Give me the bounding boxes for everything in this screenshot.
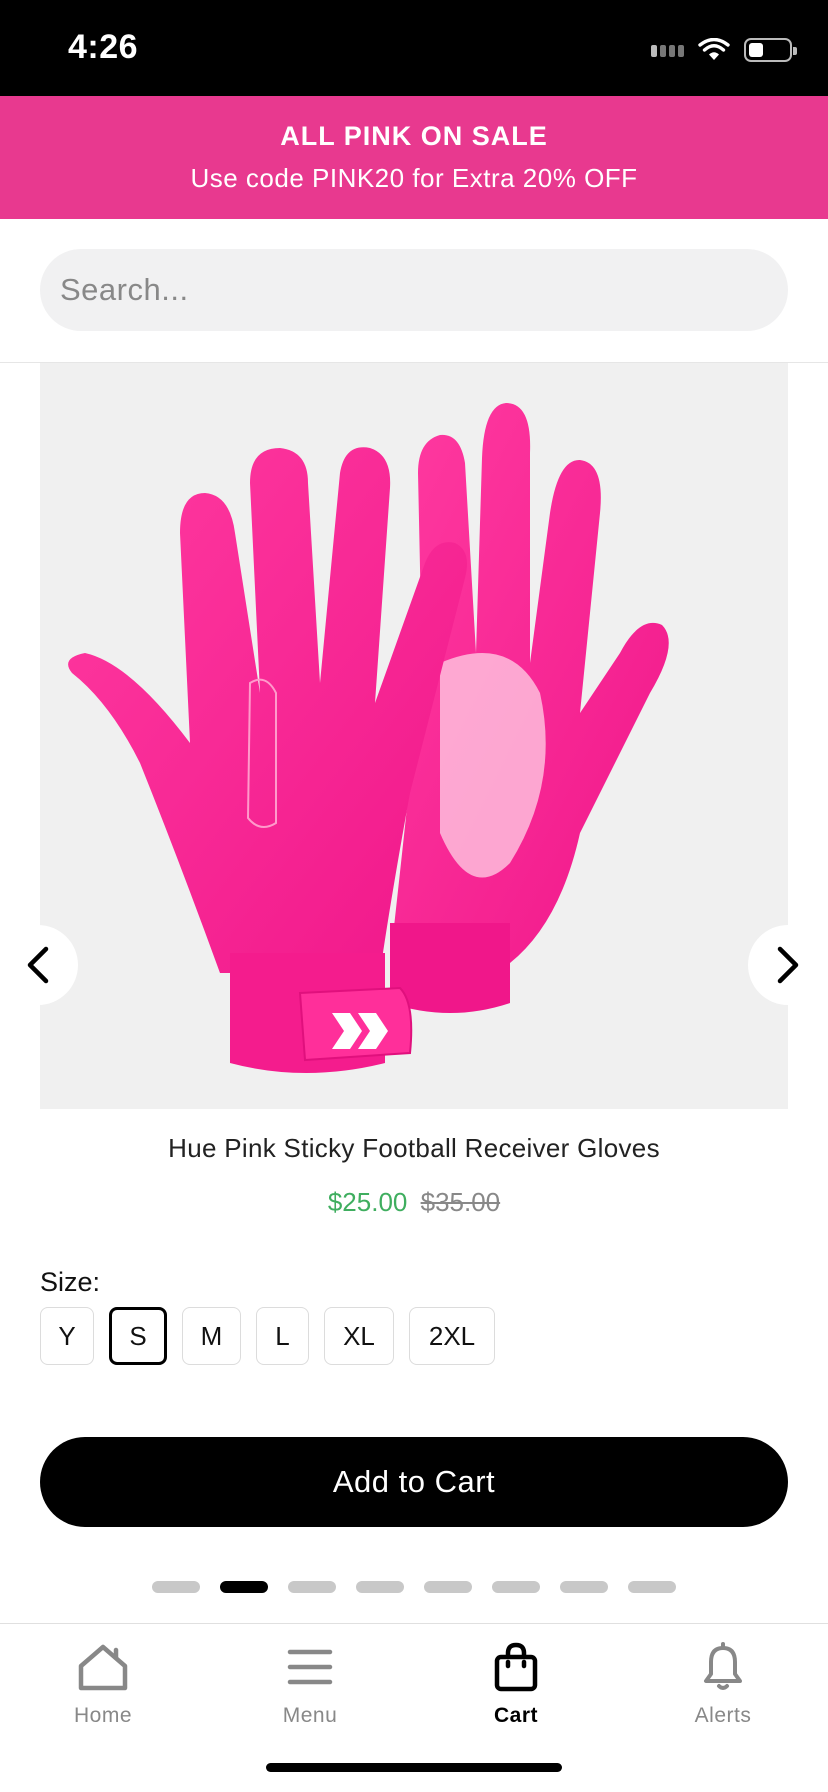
size-option-l[interactable]: L	[256, 1307, 309, 1365]
bottom-tab-bar: Home Menu Cart Alerts	[0, 1623, 828, 1792]
sale-price: $25.00	[327, 1187, 408, 1217]
carousel-dot-active[interactable]	[220, 1581, 268, 1593]
carousel-dot[interactable]	[356, 1581, 404, 1593]
size-option-m[interactable]: M	[182, 1307, 241, 1365]
product-title: Hue Pink Sticky Football Receiver Gloves	[168, 1133, 660, 1163]
tab-alerts[interactable]: Alerts	[643, 1638, 803, 1728]
add-to-cart-button[interactable]: Add to Cart	[40, 1437, 788, 1527]
previous-image-button[interactable]	[0, 925, 78, 1005]
search-input[interactable]	[40, 249, 788, 331]
carousel-dot[interactable]	[628, 1581, 676, 1593]
tab-alerts-label: Alerts	[694, 1704, 752, 1727]
status-bar: 4:26	[0, 0, 828, 96]
cart-icon	[494, 1642, 538, 1692]
status-time: 4:26	[68, 28, 139, 66]
chevron-right-icon	[777, 946, 799, 984]
carousel-dot[interactable]	[492, 1581, 540, 1593]
chevron-left-icon	[27, 946, 49, 984]
product-image[interactable]	[40, 363, 788, 1109]
promo-title: ALL PINK ON SALE	[280, 121, 548, 151]
menu-icon	[287, 1649, 333, 1685]
size-option-xl[interactable]: XL	[324, 1307, 394, 1365]
tab-cart[interactable]: Cart	[436, 1638, 596, 1728]
original-price: $35.00	[420, 1187, 501, 1217]
tab-home[interactable]: Home	[23, 1638, 183, 1728]
tab-cart-label: Cart	[493, 1704, 538, 1727]
size-option-2xl[interactable]: 2XL	[409, 1307, 495, 1365]
search-section	[0, 219, 828, 363]
battery-icon	[744, 38, 797, 62]
pink-gloves-image	[68, 403, 669, 1073]
tab-menu-label: Menu	[282, 1704, 338, 1727]
wifi-icon	[698, 38, 730, 60]
status-icons	[651, 36, 797, 64]
next-image-button[interactable]	[748, 925, 828, 1005]
size-option-s[interactable]: S	[109, 1307, 167, 1365]
home-icon	[78, 1644, 128, 1691]
tab-home-label: Home	[73, 1704, 133, 1727]
size-label: Size:	[40, 1267, 101, 1297]
home-indicator	[266, 1763, 562, 1772]
tab-menu[interactable]: Menu	[230, 1638, 390, 1728]
cellular-signal-icon	[651, 43, 684, 57]
size-options: Y S M L XL 2XL	[40, 1307, 495, 1365]
price-row: $25.00 $35.00	[0, 1187, 828, 1218]
promo-subtitle: Use code PINK20 for Extra 20% OFF	[190, 163, 638, 193]
carousel-dot[interactable]	[152, 1581, 200, 1593]
promo-banner[interactable]: ALL PINK ON SALE Use code PINK20 for Ext…	[0, 96, 828, 219]
carousel-dot[interactable]	[424, 1581, 472, 1593]
size-option-y[interactable]: Y	[40, 1307, 94, 1365]
carousel-dot[interactable]	[288, 1581, 336, 1593]
carousel-dot[interactable]	[560, 1581, 608, 1593]
carousel-indicator	[0, 1581, 828, 1593]
bell-icon	[704, 1642, 742, 1690]
